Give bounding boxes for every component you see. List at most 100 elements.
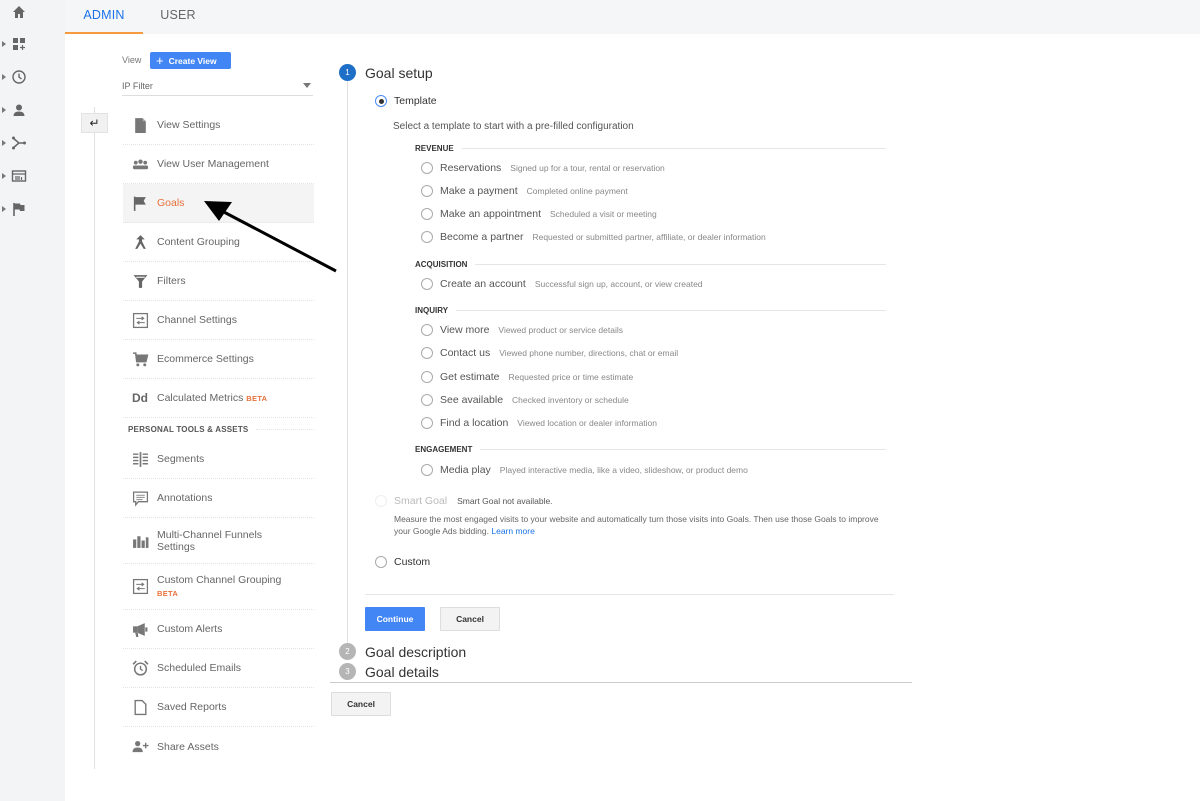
cancel-button[interactable]: Cancel <box>440 607 500 631</box>
option-name: Create an account <box>440 278 526 290</box>
radio-button[interactable] <box>421 208 433 220</box>
option-description: Checked inventory or schedule <box>512 395 629 405</box>
radio-button[interactable] <box>421 417 433 429</box>
cart-icon <box>132 351 148 366</box>
document-icon <box>134 117 146 133</box>
menu-item-segments[interactable]: Segments <box>123 440 314 479</box>
view-label: View <box>122 55 142 65</box>
filter-icon <box>133 274 147 288</box>
menu-item-goals[interactable]: Goals <box>123 184 314 223</box>
template-description: Select a template to start with a pre-fi… <box>393 121 634 132</box>
menu-item-label: Goals <box>157 197 185 209</box>
bottom-cancel-button[interactable]: Cancel <box>331 692 391 716</box>
rail-realtime[interactable] <box>0 66 65 88</box>
menu-item-label: View Settings <box>157 119 221 131</box>
menu-item-label: Ecommerce Settings <box>157 353 254 365</box>
rail-behavior[interactable] <box>0 165 65 187</box>
menu-item-label: Share Assets <box>157 740 219 753</box>
flag-icon <box>13 203 25 216</box>
menu-item-custom-alerts[interactable]: Custom Alerts <box>123 610 314 649</box>
template-option-find-a-location[interactable]: Find a location Viewed location or dealer… <box>421 415 657 431</box>
content-grouping-icon <box>134 234 146 249</box>
menu-item-multi-channel-funnels-settings[interactable]: Multi-Channel Funnels Settings <box>123 518 314 564</box>
option-description: Scheduled a visit or meeting <box>549 209 657 219</box>
rail-acquisition[interactable] <box>0 132 65 154</box>
create-view-button[interactable]: + Create View <box>150 52 231 69</box>
option-name: Reservations <box>440 162 502 174</box>
option-name: Make a payment <box>440 185 518 197</box>
option-name: View more <box>440 324 490 336</box>
radio-button[interactable] <box>421 278 433 290</box>
radio-button[interactable] <box>421 347 433 359</box>
smart-goal-description: Measure the most engaged visits to your … <box>394 513 894 537</box>
rail-conversions[interactable] <box>0 198 65 220</box>
learn-more-link[interactable]: Learn more <box>491 526 534 536</box>
menu-item-label: View User Management <box>157 158 269 170</box>
person-icon <box>13 104 25 116</box>
caret-right-icon <box>2 173 6 179</box>
menu-item-view-user-management[interactable]: View User Management <box>123 145 314 184</box>
menu-item-scheduled-emails[interactable]: Scheduled Emails <box>123 649 314 688</box>
radio-button[interactable] <box>421 231 433 243</box>
template-option-contact-us[interactable]: Contact us Viewed phone number, direction… <box>421 345 678 361</box>
menu-item-filters[interactable]: Filters <box>123 262 314 301</box>
radio-button[interactable] <box>421 162 433 174</box>
back-button[interactable]: ↵ <box>81 113 108 133</box>
acquisition-icon <box>12 136 26 150</box>
radio-button[interactable] <box>421 394 433 406</box>
menu-item-saved-reports[interactable]: Saved Reports <box>123 688 314 727</box>
tab-admin[interactable]: ADMIN <box>65 0 143 34</box>
template-option-become-a-partner[interactable]: Become a partner Requested or submitted p… <box>421 229 766 245</box>
option-name: Get estimate <box>440 371 500 383</box>
menu-item-annotations[interactable]: Annotations <box>123 479 314 518</box>
step-title-goal-description: Goal description <box>365 644 467 660</box>
custom-label: Custom <box>394 556 431 568</box>
step-title-goal-details: Goal details <box>365 664 439 680</box>
divider <box>330 682 912 683</box>
menu-item-ecommerce-settings[interactable]: Ecommerce Settings <box>123 340 314 379</box>
radio-button[interactable] <box>421 185 433 197</box>
option-name: Media play <box>440 464 491 476</box>
option-name: Become a partner <box>440 231 524 243</box>
menu-item-calculated-metrics[interactable]: Dd Calculated Metrics BETA <box>123 379 314 418</box>
radio-button[interactable] <box>421 464 433 476</box>
template-option-get-estimate[interactable]: Get estimate Requested price or time esti… <box>421 369 633 385</box>
step-connector-line <box>347 80 348 652</box>
custom-radio[interactable] <box>375 556 387 568</box>
template-option-reservations[interactable]: Reservations Signed up for a tour, rental… <box>421 160 665 176</box>
category-header-engagement: ENGAGEMENT <box>415 445 886 454</box>
custom-option[interactable]: Custom <box>375 556 430 568</box>
radio-button[interactable] <box>421 324 433 336</box>
menu-item-share-assets[interactable]: Share Assets <box>123 727 314 766</box>
home-icon <box>13 6 25 18</box>
template-option-create-an-account[interactable]: Create an account Successful sign up, acc… <box>421 276 703 292</box>
template-option[interactable]: Template <box>375 95 437 107</box>
menu-divider-line <box>94 107 95 769</box>
template-option-view-more[interactable]: View more Viewed product or service detai… <box>421 322 623 338</box>
template-option-make-a-payment[interactable]: Make a payment Completed online payment <box>421 183 628 199</box>
template-radio[interactable] <box>375 95 387 107</box>
beta-badge: BETA <box>157 588 179 598</box>
megaphone-icon <box>132 622 147 637</box>
radio-button[interactable] <box>421 371 433 383</box>
menu-item-custom-channel-grouping[interactable]: Custom Channel Grouping BETA <box>123 564 314 610</box>
view-select-dropdown[interactable]: IP Filter <box>122 76 313 96</box>
template-option-see-available[interactable]: See available Checked inventory or schedu… <box>421 392 629 408</box>
template-option-make-an-appointment[interactable]: Make an appointment Scheduled a visit or … <box>421 206 657 222</box>
rail-home[interactable] <box>0 1 65 23</box>
menu-item-content-grouping[interactable]: Content Grouping <box>123 223 314 262</box>
tab-user[interactable]: USER <box>143 0 213 34</box>
option-description: Viewed location or dealer information <box>517 418 657 428</box>
bar-chart-icon <box>132 536 148 548</box>
section-header-personal-tools: PERSONAL TOOLS & ASSETS <box>123 418 314 440</box>
alarm-clock-icon <box>131 659 149 676</box>
option-description: Completed online payment <box>526 186 628 196</box>
category-header-inquiry: INQUIRY <box>415 306 886 315</box>
menu-item-view-settings[interactable]: View Settings <box>123 106 314 145</box>
continue-button[interactable]: Continue <box>365 607 425 631</box>
option-description: Requested or submitted partner, affiliat… <box>532 232 766 242</box>
menu-item-channel-settings[interactable]: Channel Settings <box>123 301 314 340</box>
template-option-media-play[interactable]: Media play Played interactive media, like… <box>421 462 748 478</box>
rail-audience[interactable] <box>0 99 65 121</box>
rail-customization[interactable] <box>0 33 65 55</box>
